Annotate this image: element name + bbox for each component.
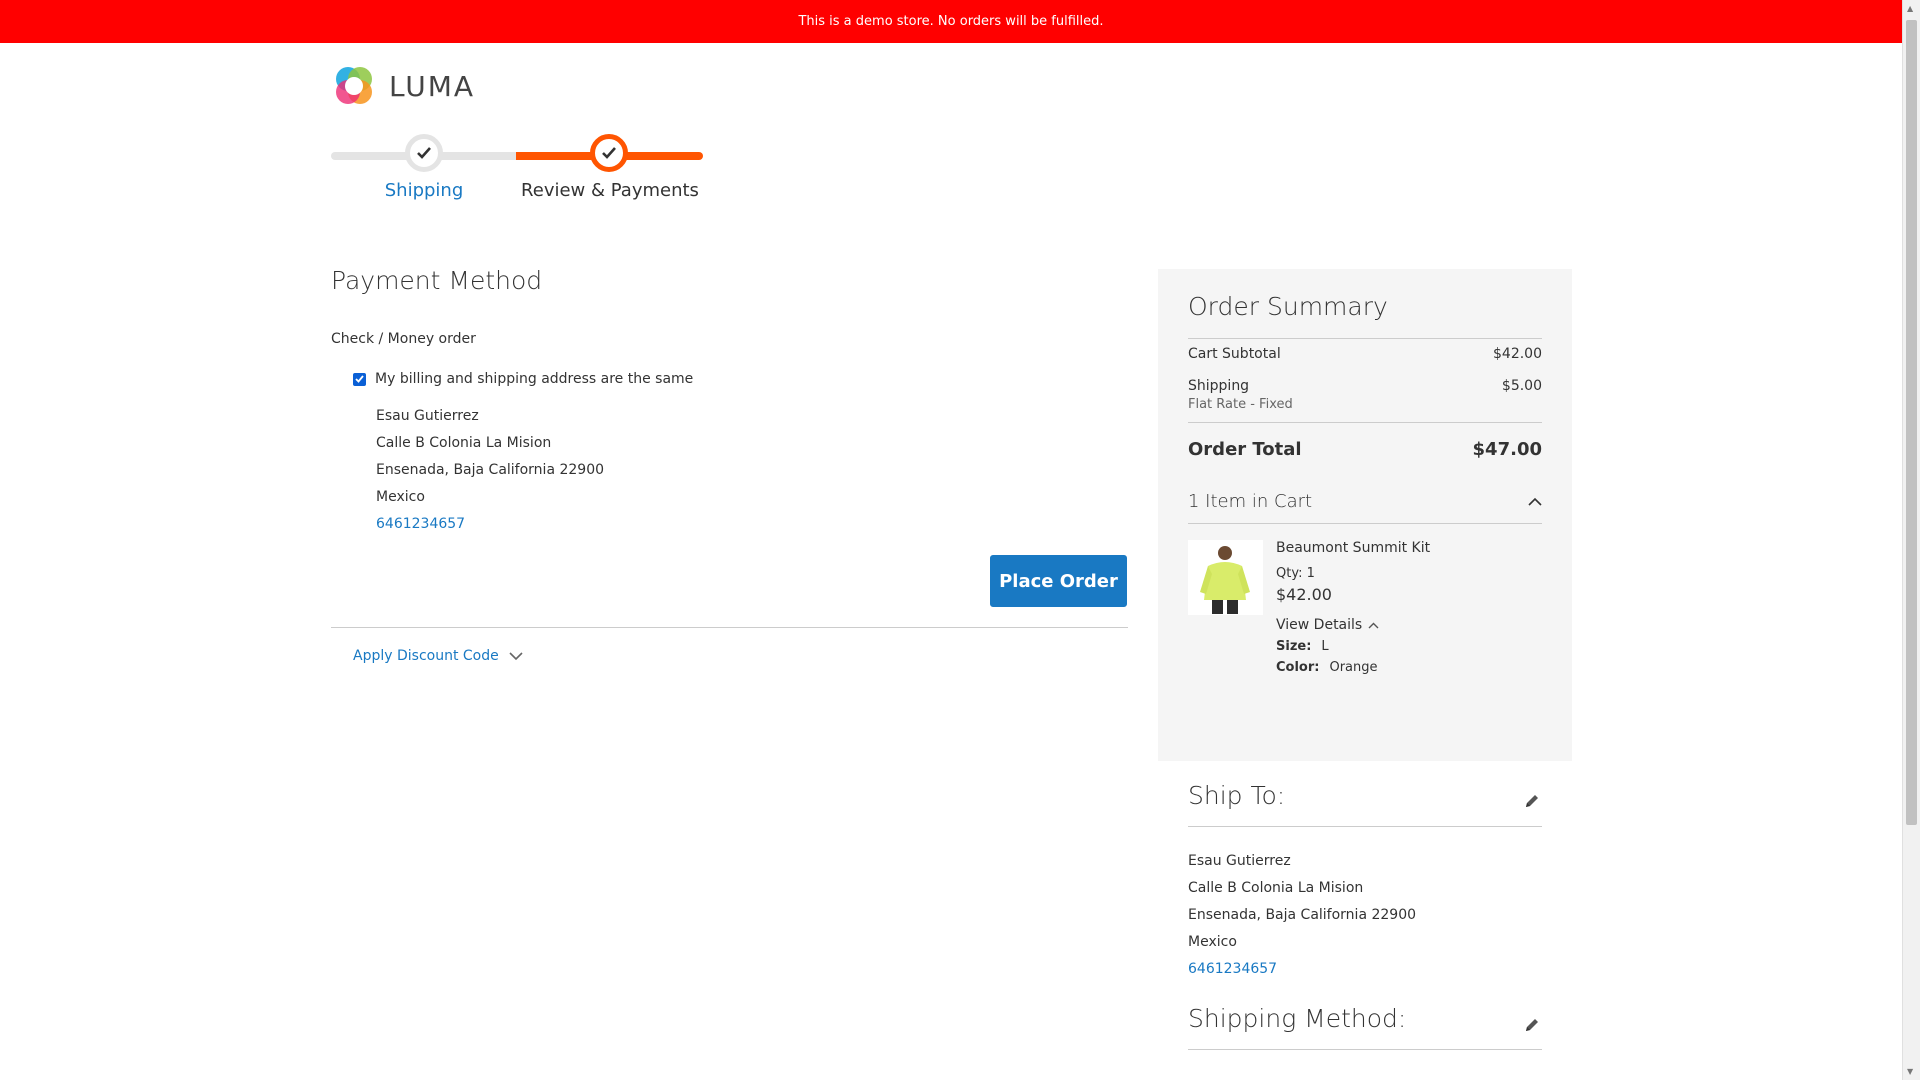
- product-image: [1188, 540, 1263, 615]
- chevron-down-icon[interactable]: [509, 651, 523, 661]
- payment-option-label[interactable]: Check / Money order: [331, 331, 476, 347]
- scroll-down-icon[interactable]: ▼: [1907, 1067, 1913, 1076]
- size-label: Size:: [1276, 639, 1312, 654]
- ship-to-country: Mexico: [1188, 934, 1237, 950]
- pencil-icon[interactable]: [1522, 1015, 1542, 1035]
- billing-phone-link[interactable]: 6461234657: [376, 516, 465, 532]
- ship-to-name: Esau Gutierrez: [1188, 853, 1291, 869]
- ship-to-city-line: Ensenada, Baja California 22900: [1188, 907, 1417, 923]
- step-shipping-link[interactable]: Shipping: [331, 180, 517, 201]
- scroll-up-icon[interactable]: ▲: [1907, 4, 1913, 13]
- divider: [1188, 338, 1542, 339]
- shipping-label: Shipping: [1188, 378, 1250, 394]
- product-option-size: Size: L: [1276, 639, 1542, 654]
- color-label: Color:: [1276, 660, 1320, 675]
- shipping-method-title: Shipping Method:: [1188, 1004, 1407, 1033]
- items-in-cart-toggle[interactable]: 1 Item in Cart: [1188, 491, 1542, 512]
- billing-name: Esau Gutierrez: [376, 408, 479, 424]
- place-order-button[interactable]: Place Order: [990, 555, 1127, 607]
- product-price: $42.00: [1276, 585, 1332, 604]
- divider: [1188, 422, 1542, 423]
- qty-label: Qty:: [1276, 566, 1303, 581]
- page-scrollbar[interactable]: ▲ ▼: [1902, 0, 1920, 1080]
- step-review-label: Review & Payments: [521, 180, 699, 201]
- ship-to-street: Calle B Colonia La Mision: [1188, 880, 1364, 896]
- order-total-label: Order Total: [1188, 439, 1302, 460]
- store-logo[interactable]: LUMA: [331, 63, 475, 109]
- order-summary-panel: Order Summary Cart Subtotal $42.00 Shipp…: [1158, 269, 1572, 761]
- items-in-cart-title[interactable]: 1 Item in Cart: [1188, 491, 1312, 512]
- order-total-row: Order Total $47.00: [1188, 439, 1542, 460]
- checkout-progress-bar: Shipping Review & Payments: [331, 128, 703, 208]
- pencil-icon[interactable]: [1522, 791, 1542, 811]
- view-details-label[interactable]: View Details: [1276, 617, 1362, 633]
- billing-address: Esau Gutierrez Calle B Colonia La Mision…: [376, 403, 604, 538]
- luma-logo-icon: [336, 67, 372, 104]
- shipping-value: $5.00: [1501, 378, 1542, 394]
- cart-subtotal-label: Cart Subtotal: [1188, 346, 1281, 362]
- product-thumbnail: [1188, 540, 1263, 615]
- divider: [1188, 523, 1542, 524]
- qty-value: 1: [1306, 566, 1315, 581]
- shipping-row: Shipping Flat Rate - Fixed $5.00: [1188, 378, 1542, 412]
- billing-street: Calle B Colonia La Mision: [376, 435, 552, 451]
- same-address-label[interactable]: My billing and shipping address are the …: [375, 371, 693, 387]
- checkbox-checked-icon[interactable]: [353, 372, 366, 386]
- shipping-method-name: Flat Rate - Fixed: [1188, 397, 1293, 412]
- ship-to-phone-link[interactable]: 6461234657: [1188, 961, 1277, 977]
- cart-subtotal-row: Cart Subtotal $42.00: [1188, 346, 1542, 362]
- cart-subtotal-value: $42.00: [1493, 346, 1542, 362]
- color-value: Orange: [1329, 660, 1378, 675]
- divider: [331, 627, 1128, 628]
- chevron-up-icon[interactable]: [1368, 622, 1379, 629]
- ship-to-address: Esau Gutierrez Calle B Colonia La Mision…: [1188, 848, 1416, 983]
- product-details: Beaumont Summit Kit Qty: 1 $42.00 View D…: [1276, 540, 1542, 675]
- same-address-checkbox-row[interactable]: My billing and shipping address are the …: [353, 371, 693, 387]
- step-shipping-marker: [405, 134, 443, 172]
- apply-discount-label[interactable]: Apply Discount Code: [353, 648, 499, 664]
- size-value: L: [1321, 639, 1329, 654]
- product-qty: Qty: 1: [1276, 566, 1542, 581]
- ship-to-title: Ship To:: [1188, 781, 1286, 810]
- billing-country: Mexico: [376, 489, 425, 505]
- demo-store-banner-text: This is a demo store. No orders will be …: [798, 14, 1104, 29]
- checkmark-icon: [602, 147, 616, 159]
- order-total-value: $47.00: [1472, 439, 1542, 460]
- order-summary-title: Order Summary: [1188, 292, 1388, 321]
- scrollbar-thumb[interactable]: [1906, 20, 1917, 825]
- checkmark-icon: [417, 147, 431, 159]
- logo-wordmark: LUMA: [389, 69, 476, 103]
- payment-method-title: Payment Method: [331, 266, 543, 295]
- apply-discount-toggle[interactable]: Apply Discount Code: [353, 648, 523, 664]
- product-name: Beaumont Summit Kit: [1276, 540, 1431, 556]
- billing-city-line: Ensenada, Baja California 22900: [376, 462, 605, 478]
- chevron-up-icon[interactable]: [1528, 497, 1542, 506]
- demo-store-banner: This is a demo store. No orders will be …: [0, 0, 1902, 43]
- divider: [1188, 826, 1542, 827]
- divider: [1188, 1049, 1542, 1050]
- step-review-marker: [590, 134, 628, 172]
- product-option-color: Color: Orange: [1276, 660, 1542, 675]
- view-details-toggle[interactable]: View Details: [1276, 617, 1542, 633]
